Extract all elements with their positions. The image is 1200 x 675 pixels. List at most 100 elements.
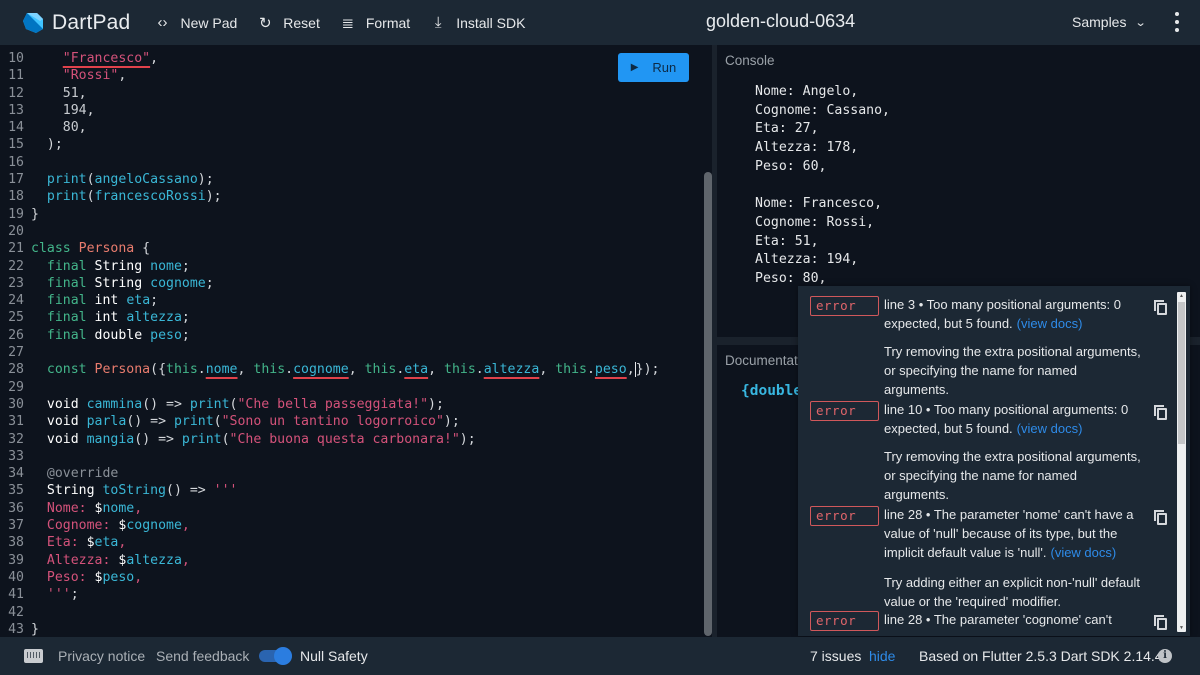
code-line[interactable]: 10 "Francesco",	[0, 50, 659, 67]
code-token: final	[46, 310, 87, 326]
code-line[interactable]: 40 Peso: $peso,	[0, 569, 659, 586]
format-button[interactable]: ≣ Format	[340, 14, 411, 32]
code-token: angeloCassano	[94, 172, 198, 188]
null-safety-label: Null Safety	[300, 648, 368, 664]
new-pad-button[interactable]: ‹› New Pad	[154, 14, 237, 31]
code-token: ,	[348, 362, 365, 378]
code-line[interactable]: 43}	[0, 621, 659, 637]
code-token: cognome	[126, 518, 182, 534]
code-line[interactable]: 29	[0, 379, 659, 396]
code-line[interactable]: 22 final String nome;	[0, 258, 659, 275]
code-line[interactable]: 27	[0, 344, 659, 361]
keyboard-icon[interactable]	[24, 649, 43, 663]
code-line[interactable]: 36 Nome: $nome,	[0, 500, 659, 517]
code-line[interactable]: 42	[0, 604, 659, 621]
code-line[interactable]: 41 ''';	[0, 586, 659, 603]
dartpad-logo[interactable]: DartPad	[22, 11, 130, 35]
code-line[interactable]: 37 Cognome: $cognome,	[0, 517, 659, 534]
null-safety-toggle[interactable]	[259, 647, 292, 665]
code-line[interactable]: 18 print(francescoRossi);	[0, 188, 659, 205]
refresh-icon: ↻	[258, 14, 272, 32]
code-token: 51	[62, 85, 79, 101]
copy-icon[interactable]	[1154, 405, 1168, 420]
copy-icon[interactable]	[1154, 615, 1168, 630]
code-line[interactable]: 14 80,	[0, 119, 659, 136]
code-token: ,	[237, 362, 254, 378]
samples-dropdown[interactable]: Samples ⌄	[1072, 14, 1147, 30]
view-docs-link[interactable]: (view docs)	[1017, 316, 1083, 331]
code-line[interactable]: 12 51,	[0, 85, 659, 102]
line-number: 12	[8, 85, 24, 101]
code-line[interactable]: 38 Eta: $eta,	[0, 534, 659, 551]
code-line[interactable]: 26 final double peso;	[0, 327, 659, 344]
code-line[interactable]: 11 "Rossi",	[0, 67, 659, 84]
install-sdk-button[interactable]: ⤓ Install SDK	[430, 14, 526, 31]
error-badge: error	[810, 506, 879, 526]
code-line[interactable]: 35 String toString() => '''	[0, 482, 659, 499]
line-number: 18	[8, 189, 24, 205]
code-line[interactable]: 28 const Persona({this.nome, this.cognom…	[0, 361, 659, 378]
line-number: 33	[8, 448, 24, 464]
reset-button[interactable]: ↻ Reset	[257, 14, 320, 32]
send-feedback-link[interactable]: Send feedback	[156, 648, 249, 664]
code-line[interactable]: 21 class Persona {	[0, 240, 659, 257]
view-docs-link[interactable]: (view docs)	[1017, 421, 1083, 436]
code-editor[interactable]: 10 "Francesco", 11 "Rossi", 12 51, 13 194, 1…	[0, 45, 703, 637]
code-line[interactable]: 34 @override	[0, 465, 659, 482]
code-line[interactable]: 32 void mangia() => print("Che buona que…	[0, 431, 659, 448]
code-token: const	[46, 362, 87, 378]
run-button[interactable]: ▶ Run	[618, 53, 689, 82]
issues-scrollbar-thumb[interactable]	[1178, 302, 1185, 444]
code-token: "Sono un tantino logorroico"	[221, 414, 444, 430]
info-icon[interactable]: i	[1158, 649, 1172, 663]
code-lines[interactable]: 10 "Francesco", 11 "Rossi", 12 51, 13 194, 1…	[0, 50, 659, 637]
code-token: int	[94, 293, 119, 309]
code-token: String	[94, 275, 143, 291]
code-token: 80	[62, 120, 79, 136]
line-number: 39	[8, 552, 24, 568]
copy-icon[interactable]	[1154, 300, 1168, 315]
line-number: 32	[8, 431, 24, 447]
code-line[interactable]: 19}	[0, 206, 659, 223]
line-number: 26	[8, 327, 24, 343]
code-line[interactable]: 24 final int eta;	[0, 292, 659, 309]
code-line[interactable]: 13 194,	[0, 102, 659, 119]
code-token: ;	[181, 327, 190, 343]
copy-icon[interactable]	[1154, 510, 1168, 525]
code-token: print	[189, 396, 230, 412]
code-token: (	[221, 431, 230, 447]
editor-scrollbar[interactable]	[704, 172, 712, 636]
code-line[interactable]: 31 void parla() => print("Sono un tantin…	[0, 413, 659, 430]
line-number: 42	[8, 604, 24, 620]
code-line[interactable]: 16	[0, 154, 659, 171]
code-token: ;	[150, 293, 159, 309]
hide-issues-link[interactable]: hide	[869, 648, 895, 664]
code-token: void	[46, 396, 79, 412]
code-line[interactable]: 20	[0, 223, 659, 240]
issues-scrollbar[interactable]: ▲ ▼	[1177, 292, 1186, 632]
scroll-down-arrow-icon[interactable]: ▼	[1177, 624, 1186, 632]
scroll-up-arrow-icon[interactable]: ▲	[1177, 292, 1186, 300]
code-line[interactable]: 23 final String cognome;	[0, 275, 659, 292]
code-line[interactable]: 39 Altezza: $altezza,	[0, 552, 659, 569]
code-line[interactable]: 17 print(angeloCassano);	[0, 171, 659, 188]
install-sdk-label: Install SDK	[456, 14, 526, 31]
privacy-notice-link[interactable]: Privacy notice	[58, 648, 145, 664]
code-line[interactable]: 30 void cammina() => print("Che bella pa…	[0, 396, 659, 413]
view-docs-link[interactable]: (view docs)	[1050, 545, 1116, 560]
code-line[interactable]: 25 final int altezza;	[0, 309, 659, 326]
code-token: () =>	[142, 396, 190, 412]
code-line[interactable]: 33	[0, 448, 659, 465]
issues-count: 7 issues	[810, 648, 862, 664]
code-token: Persona	[94, 362, 151, 378]
code-token-error: eta	[404, 362, 429, 378]
issues-panel: error line 3 • Too many positional argum…	[798, 286, 1190, 636]
code-line[interactable]: 15 );	[0, 136, 659, 153]
more-vert-icon[interactable]	[1174, 12, 1180, 32]
